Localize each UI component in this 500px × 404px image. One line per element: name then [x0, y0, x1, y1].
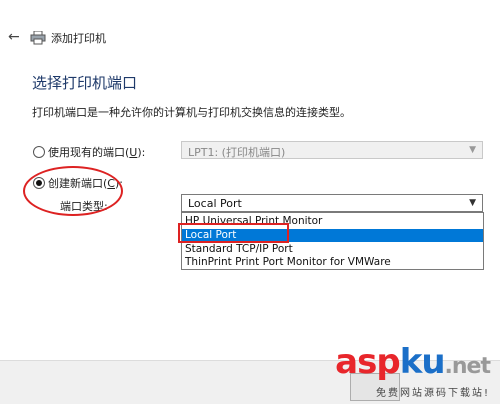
existing-port-select-value: LPT1: (打印机端口): [188, 146, 286, 159]
page-description: 打印机端口是一种允许你的计算机与打印机交换信息的连接类型。: [32, 106, 351, 119]
watermark-logo-ku: ku: [399, 342, 446, 382]
chevron-down-icon: ▼: [469, 145, 476, 155]
back-arrow-icon[interactable]: ←: [8, 30, 22, 44]
dropdown-option-thinprint[interactable]: ThinPrint Print Port Monitor for VMWare: [182, 256, 483, 269]
title-bar: ← 添加打印机: [0, 28, 500, 50]
port-type-select[interactable]: Local Port ▼: [181, 194, 483, 212]
annotation-rectangle: [178, 223, 289, 243]
watermark-subtitle: 免费网站源码下载站!: [375, 388, 490, 399]
page-heading: 选择打印机端口: [32, 74, 138, 92]
existing-port-radio[interactable]: [33, 146, 45, 158]
annotation-circle: [23, 166, 123, 216]
watermark: aspku.net 免费网站源码下载站!: [335, 342, 491, 399]
add-printer-window: ← 添加打印机 选择打印机端口 打印机端口是一种允许你的计算机与打印机交换信息的…: [0, 0, 500, 404]
watermark-logo: aspku.net: [335, 342, 491, 384]
existing-port-label[interactable]: 使用现有的端口(U):: [48, 144, 145, 160]
window-title: 添加打印机: [51, 32, 106, 45]
existing-port-label-suffix: ):: [137, 146, 146, 159]
dropdown-option-standard-tcpip[interactable]: Standard TCP/IP Port: [182, 243, 483, 256]
watermark-logo-asp: asp: [335, 342, 401, 382]
chevron-down-icon: ▼: [469, 198, 476, 208]
printer-icon: [30, 31, 46, 45]
port-type-select-value: Local Port: [188, 197, 242, 210]
watermark-logo-net: .net: [444, 354, 491, 379]
existing-port-label-prefix: 使用现有的端口(: [48, 146, 130, 159]
existing-port-select: LPT1: (打印机端口) ▼: [181, 141, 483, 159]
